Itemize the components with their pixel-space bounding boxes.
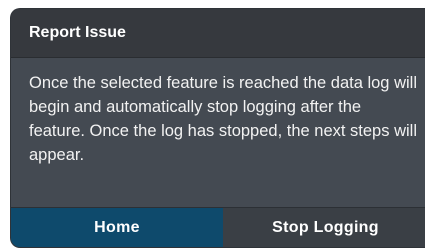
header-divider <box>11 57 425 58</box>
stop-logging-button[interactable]: Stop Logging <box>223 208 425 247</box>
dialog-header: Report Issue <box>11 9 425 57</box>
home-button[interactable]: Home <box>11 208 223 247</box>
dialog-footer: Home Stop Logging <box>11 207 425 247</box>
report-issue-dialog: Report Issue Once the selected feature i… <box>10 8 425 248</box>
dialog-title: Report Issue <box>29 24 126 41</box>
dialog-message: Once the selected feature is reached the… <box>29 74 417 164</box>
